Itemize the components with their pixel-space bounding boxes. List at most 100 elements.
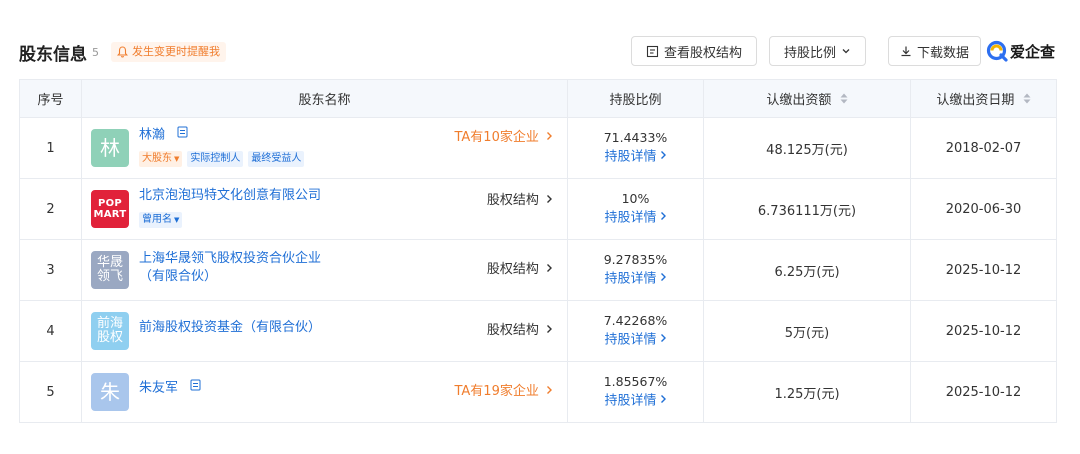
- subscribed-amount: 5万(元): [703, 300, 911, 362]
- subscribed-amount: 48.125万(元): [703, 117, 911, 179]
- subscribed-date: 2025-10-12: [910, 361, 1057, 423]
- table-row: 3 华晟 领飞 上海华晟领飞股权投资合伙企业（有限合伙） 股权结构 9.27835…: [19, 239, 1057, 301]
- row-index: 2: [19, 178, 82, 240]
- equity-structure-link[interactable]: 股权结构: [487, 189, 553, 208]
- shareholder-name[interactable]: 北京泡泡玛特文化创意有限公司: [139, 187, 321, 205]
- row-index: 5: [19, 361, 82, 423]
- shareholder-table: 序号 股东名称 持股比例 认缴出资额 认缴出资日期 1 林 林瀚 大股东 ▼ 实…: [19, 79, 1057, 423]
- avatar-line: 股权: [96, 330, 123, 345]
- holding-detail-link[interactable]: 持股详情: [568, 208, 703, 229]
- shareholder-avatar[interactable]: 华晟 领飞: [91, 251, 129, 289]
- shareholder-name[interactable]: 前海股权投资基金（有限合伙）: [139, 319, 321, 337]
- bell-icon: [115, 45, 129, 59]
- related-companies-link[interactable]: TA有10家企业: [454, 126, 553, 145]
- holding-ratio: 9.27835%: [603, 251, 668, 267]
- chevron-right-icon: [546, 262, 553, 277]
- ratio-cell: 10% 持股详情: [567, 178, 704, 240]
- chevron-right-icon: [660, 330, 667, 350]
- shareholder-avatar[interactable]: 朱: [91, 373, 129, 411]
- shareholder-name[interactable]: 林瀚: [139, 128, 165, 143]
- avatar-line: MART: [93, 209, 127, 220]
- document-icon[interactable]: [190, 379, 201, 397]
- column-header-index: 序号: [19, 79, 82, 118]
- table-row: 1 林 林瀚 大股东 ▼ 实际控制人 最终受益人 TA有10家企业 71.443…: [19, 117, 1057, 179]
- shareholder-name-link[interactable]: 林瀚: [139, 126, 188, 145]
- ratio-cell: 71.4433% 持股详情: [567, 117, 704, 179]
- avatar-line: 前海: [96, 315, 123, 331]
- table-row: 4 前海 股权 前海股权投资基金（有限合伙） 股权结构 7.42268% 持股详情: [19, 300, 1057, 362]
- sort-icon[interactable]: [1023, 93, 1031, 108]
- ratio-cell: 9.27835% 持股详情: [567, 239, 704, 301]
- tag-label: 曾用名: [142, 214, 172, 225]
- equity-structure-link[interactable]: 股权结构: [487, 319, 553, 338]
- column-header-date[interactable]: 认缴出资日期: [910, 79, 1057, 118]
- tag-major-shareholder[interactable]: 大股东 ▼: [139, 151, 183, 167]
- chevron-right-icon: [660, 208, 667, 228]
- row-index: 3: [19, 239, 82, 301]
- tag-caret-icon: ▼: [174, 155, 180, 163]
- column-header-amount[interactable]: 认缴出资额: [703, 79, 911, 118]
- equity-structure-label: 股权结构: [486, 193, 539, 208]
- change-alert-button[interactable]: 发生变更时提醒我: [111, 42, 226, 62]
- column-header-amount-label: 认缴出资额: [766, 93, 832, 108]
- related-companies-label: TA有19家企业: [454, 384, 539, 399]
- download-icon: [900, 45, 912, 57]
- chevron-right-icon: [660, 147, 667, 167]
- avatar-line: 领飞: [96, 269, 123, 284]
- row-index: 4: [19, 300, 82, 362]
- tag-actual-controller[interactable]: 实际控制人: [187, 151, 244, 167]
- holding-detail-link[interactable]: 持股详情: [568, 269, 703, 290]
- shareholder-name-cell: 林 林瀚 大股东 ▼ 实际控制人 最终受益人 TA有10家企业: [81, 117, 568, 179]
- table-row: 2 POP MART 北京泡泡玛特文化创意有限公司 曾用名 ▼ 股权结构 10%…: [19, 178, 1057, 240]
- logo-text: 爱企查: [1010, 42, 1056, 61]
- chevron-right-icon: [660, 269, 667, 289]
- holding-detail-link[interactable]: 持股详情: [568, 330, 703, 351]
- equity-structure-link[interactable]: 股权结构: [487, 258, 553, 277]
- holding-detail-label: 持股详情: [604, 149, 657, 165]
- holding-detail-label: 持股详情: [604, 332, 657, 348]
- shareholder-name-cell: POP MART 北京泡泡玛特文化创意有限公司 曾用名 ▼ 股权结构: [81, 178, 568, 240]
- column-header-name: 股东名称: [81, 79, 568, 118]
- ratio-filter-label: 持股比例: [783, 45, 836, 61]
- subscribed-amount: 6.25万(元): [703, 239, 911, 301]
- download-data-button[interactable]: 下载数据: [888, 36, 981, 66]
- shareholder-name-cell: 朱 朱友军 TA有19家企业: [81, 361, 568, 423]
- download-data-label: 下载数据: [916, 45, 969, 61]
- subscribed-amount: 1.25万(元): [703, 361, 911, 423]
- logo-q-icon: [986, 40, 1008, 62]
- shareholder-avatar[interactable]: 林: [91, 129, 129, 167]
- avatar-line: POP: [97, 198, 123, 209]
- column-header-date-label: 认缴出资日期: [936, 93, 1015, 108]
- shareholder-name[interactable]: 上海华晟领飞股权投资合伙企业（有限合伙）: [139, 250, 329, 286]
- shareholder-name-link[interactable]: 朱友军: [139, 379, 201, 398]
- table-row: 5 朱 朱友军 TA有19家企业 1.85567% 持股详情 1.25万(元) …: [19, 361, 1057, 423]
- holding-detail-link[interactable]: 持股详情: [568, 391, 703, 412]
- chevron-right-icon: [546, 193, 553, 208]
- document-icon[interactable]: [177, 126, 188, 144]
- chevron-right-icon: [546, 323, 553, 338]
- ratio-filter-dropdown[interactable]: 持股比例: [769, 36, 866, 66]
- chevron-right-icon: [546, 130, 553, 145]
- subscribed-date: 2020-06-30: [910, 178, 1057, 240]
- view-equity-structure-button[interactable]: 查看股权结构: [631, 36, 757, 66]
- shareholder-name-cell: 华晟 领飞 上海华晟领飞股权投资合伙企业（有限合伙） 股权结构: [81, 239, 568, 301]
- shareholder-name[interactable]: 朱友军: [139, 381, 178, 396]
- tag-ultimate-beneficiary[interactable]: 最终受益人: [248, 151, 305, 167]
- tag-former-name[interactable]: 曾用名 ▼: [139, 212, 183, 228]
- sort-icon[interactable]: [840, 93, 848, 108]
- row-index: 1: [19, 117, 82, 179]
- related-companies-label: TA有10家企业: [454, 130, 539, 145]
- subscribed-amount: 6.736111万(元): [703, 178, 911, 240]
- holding-ratio: 71.4433%: [603, 129, 668, 145]
- related-companies-link[interactable]: TA有19家企业: [454, 380, 553, 399]
- holding-ratio: 1.85567%: [603, 373, 668, 389]
- shareholder-avatar[interactable]: POP MART: [91, 190, 129, 228]
- holding-ratio: 10%: [621, 190, 650, 206]
- shareholder-tags: 曾用名 ▼: [139, 212, 183, 228]
- shareholder-avatar[interactable]: 前海 股权: [91, 312, 129, 350]
- change-alert-label: 发生变更时提醒我: [132, 45, 220, 58]
- holding-detail-label: 持股详情: [604, 393, 657, 409]
- holding-detail-label: 持股详情: [604, 210, 657, 226]
- column-header-ratio: 持股比例: [567, 79, 704, 118]
- holding-detail-link[interactable]: 持股详情: [568, 147, 703, 168]
